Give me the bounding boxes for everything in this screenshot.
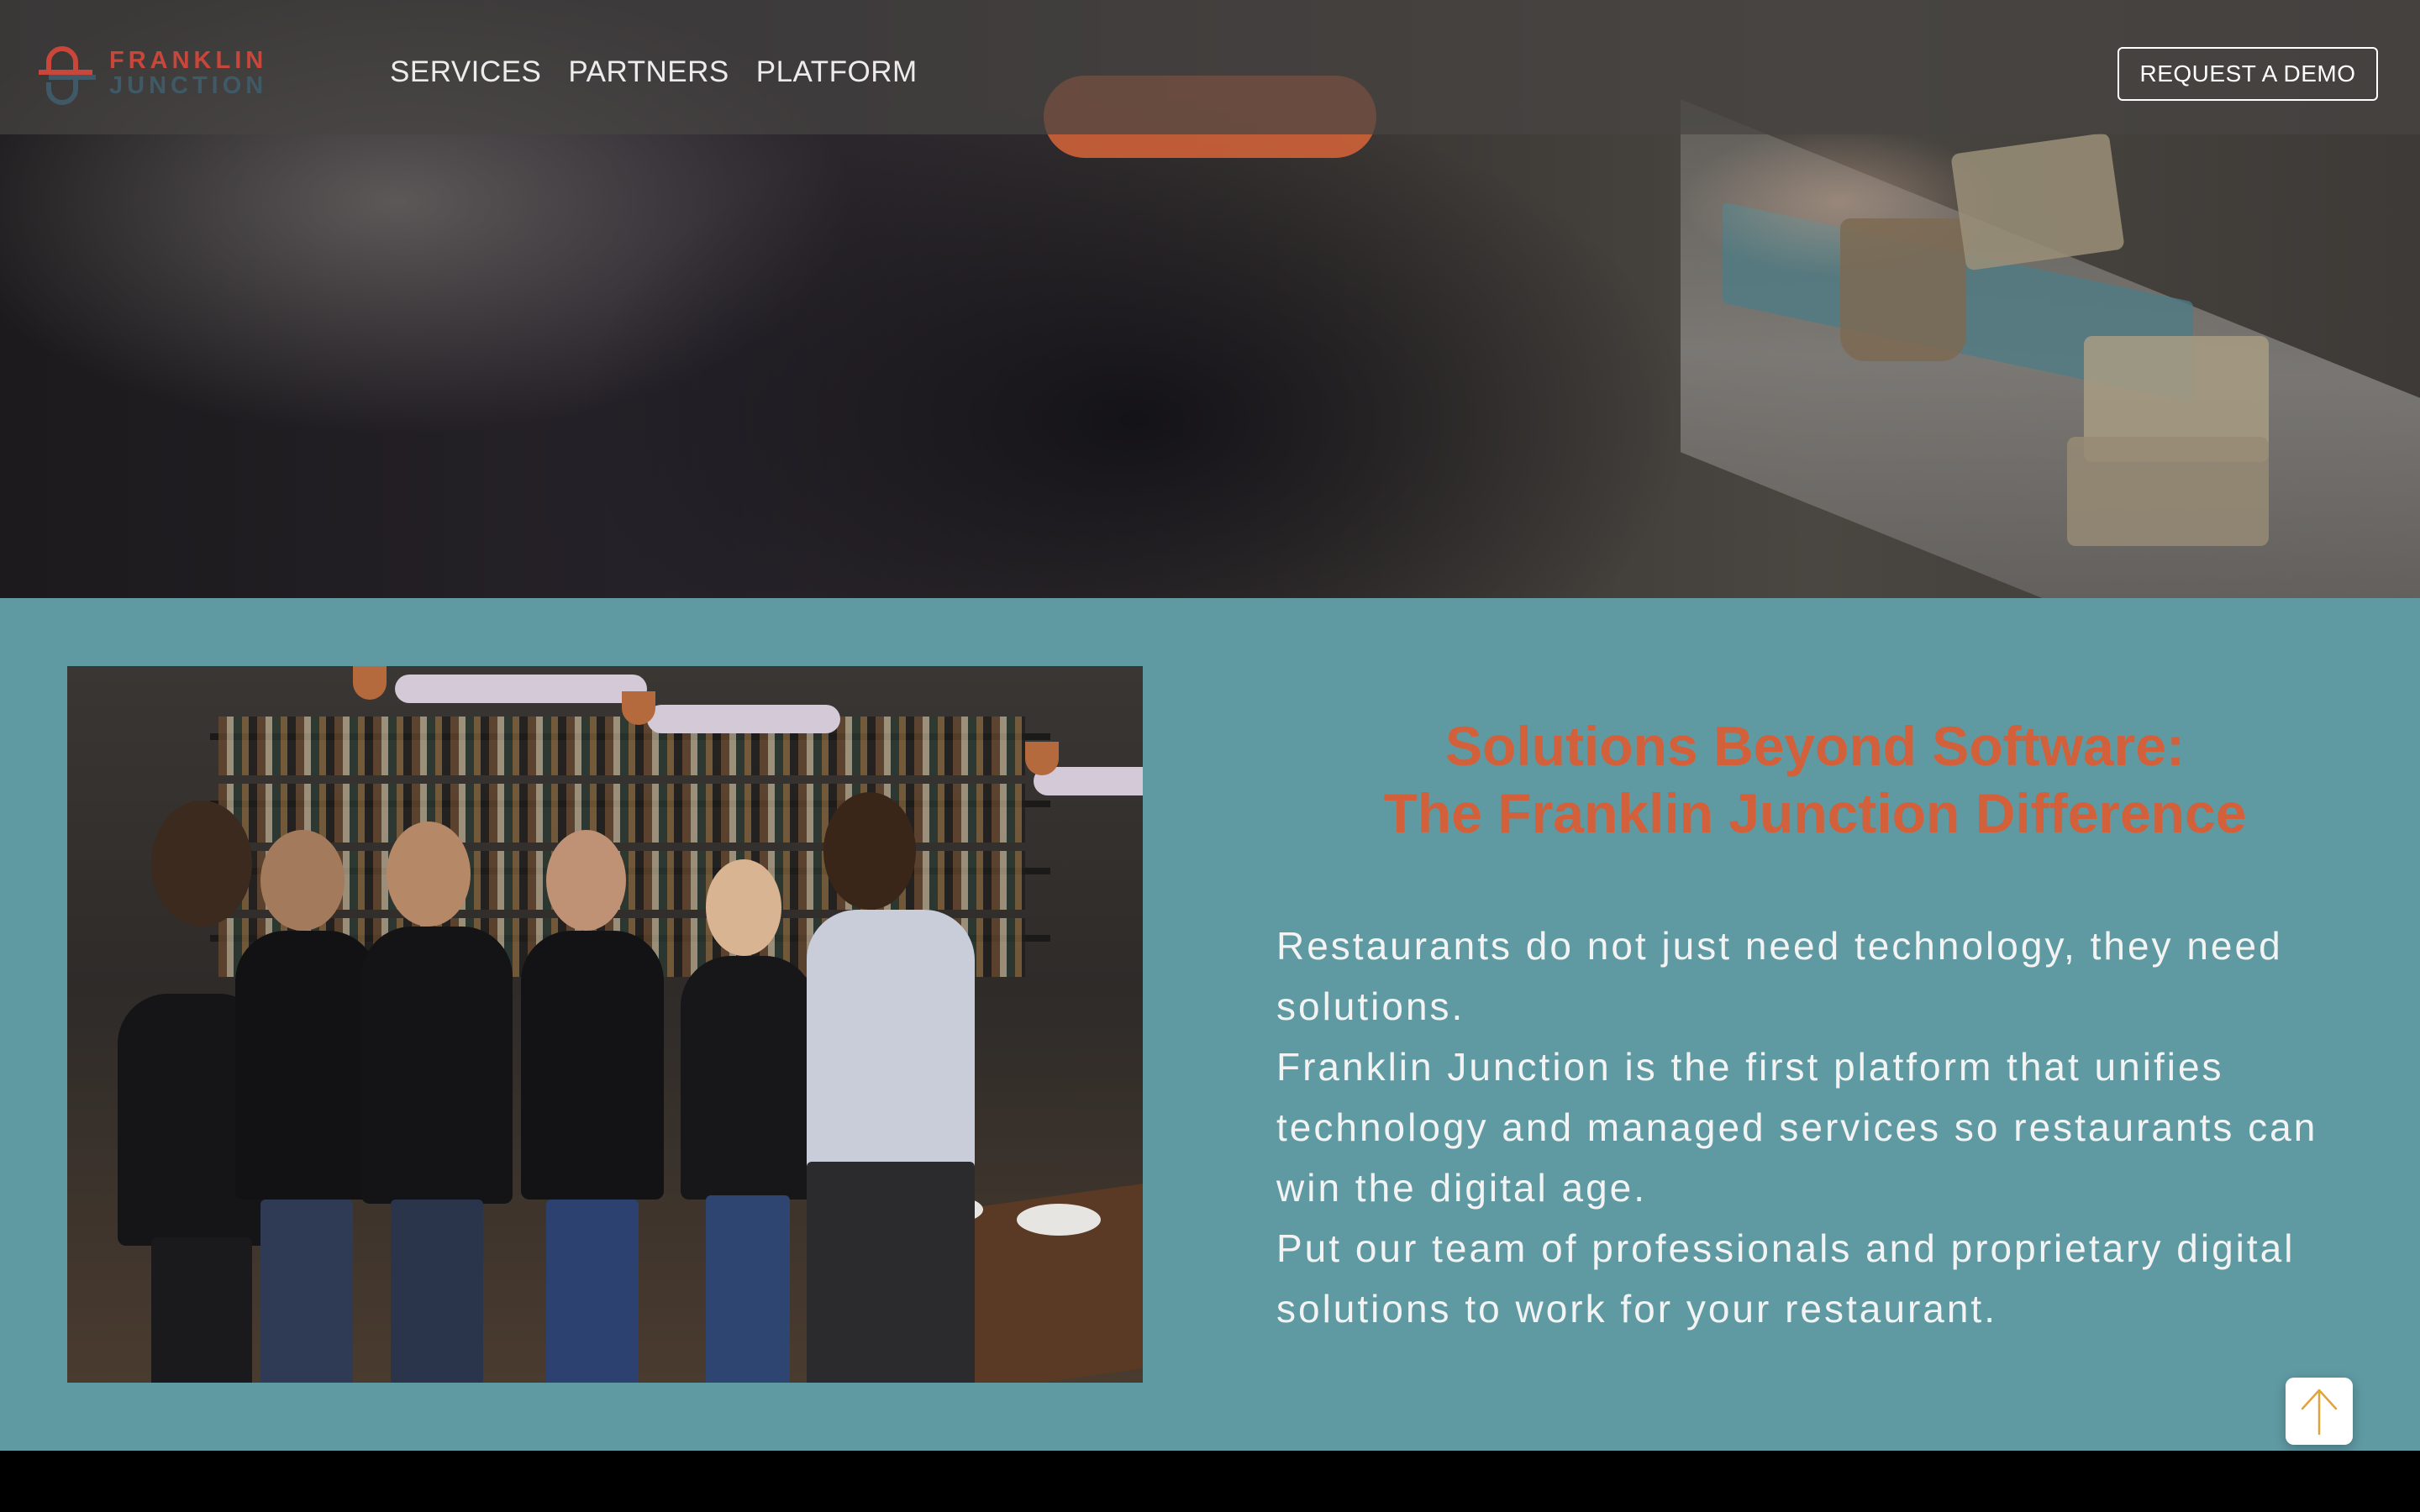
franklin-junction-logo[interactable]: FRANKLIN JUNCTION xyxy=(37,39,264,111)
body-paragraph-2: Franklin Junction is the first platform … xyxy=(1276,1045,2318,1210)
main-nav: SERVICES PARTNERS PLATFORM xyxy=(390,55,918,89)
heading-line-2: The Franklin Junction Difference xyxy=(1383,782,2247,844)
heading-line-1: Solutions Beyond Software: xyxy=(1444,715,2186,777)
footer-band xyxy=(0,1451,2420,1512)
site-header: FRANKLIN JUNCTION SERVICES PARTNERS PLAT… xyxy=(0,0,2420,134)
restaurant-team-photo xyxy=(67,666,1143,1383)
request-demo-button[interactable]: REQUEST A DEMO xyxy=(2118,47,2378,101)
body-paragraph-1: Restaurants do not just need technology,… xyxy=(1276,924,2283,1028)
arrow-up-icon xyxy=(2301,1389,2338,1436)
scroll-to-top-button[interactable] xyxy=(2286,1378,2353,1445)
nav-item-platform[interactable]: PLATFORM xyxy=(756,55,918,89)
logo-mark-icon xyxy=(39,46,96,105)
body-paragraph-3: Put our team of professionals and propri… xyxy=(1276,1226,2296,1331)
logo-text-junction: JUNCTION xyxy=(109,72,268,99)
logo-text-franklin: FRANKLIN xyxy=(109,47,268,74)
section-body: Restaurants do not just need technology,… xyxy=(1276,916,2369,1339)
nav-item-services[interactable]: SERVICES xyxy=(390,55,541,89)
nav-item-partners[interactable]: PARTNERS xyxy=(568,55,729,89)
section-heading: Solutions Beyond Software: The Franklin … xyxy=(1277,712,2353,847)
